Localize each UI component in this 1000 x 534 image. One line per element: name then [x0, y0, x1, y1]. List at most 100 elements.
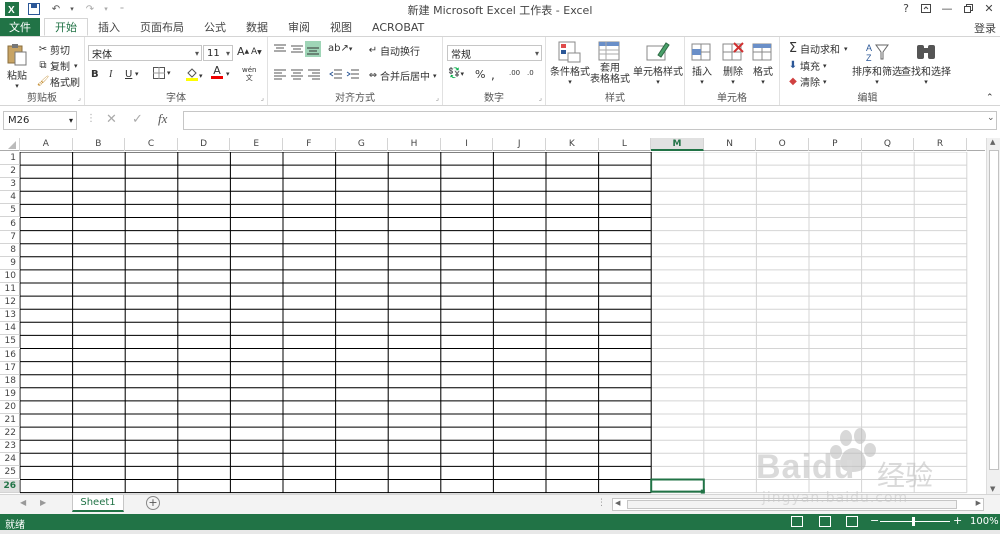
phonetic-button[interactable]: wén 文 [242, 66, 256, 82]
help-button[interactable]: ? [897, 0, 915, 16]
row-header-17[interactable]: 17 [0, 361, 20, 375]
row-header-24[interactable]: 24 [0, 453, 20, 467]
normal-view-icon[interactable] [791, 516, 803, 527]
fill-handle[interactable] [700, 489, 705, 494]
column-header-g[interactable]: G [336, 138, 389, 151]
font-color-button[interactable]: A [211, 65, 223, 79]
add-sheet-button[interactable]: + [146, 496, 160, 510]
fill-button[interactable]: ⬇ 填充 ▾ [786, 58, 827, 73]
align-bottom-button[interactable] [305, 41, 321, 57]
delete-cells-button[interactable]: 删除 ▾ [722, 41, 744, 86]
row-header-8[interactable]: 8 [0, 243, 20, 257]
confirm-entry-icon[interactable]: ✓ [132, 112, 143, 127]
increase-decimal-button[interactable]: .00 [509, 69, 520, 77]
minimize-button[interactable]: — [938, 0, 956, 16]
align-top-button[interactable] [273, 43, 287, 55]
row-header-25[interactable]: 25 [0, 466, 20, 480]
column-header-a[interactable]: A [20, 138, 73, 151]
row-header-15[interactable]: 15 [0, 335, 20, 349]
row-header-11[interactable]: 11 [0, 283, 20, 296]
clipboard-launcher-icon[interactable]: ⌟ [78, 94, 81, 102]
zoom-in-button[interactable]: + [953, 514, 962, 527]
percent-button[interactable]: % [475, 68, 485, 81]
column-header-j[interactable]: J [493, 138, 546, 151]
decrease-decimal-button[interactable]: .0 [527, 69, 534, 77]
collapse-ribbon-icon[interactable]: ⌃ [986, 93, 994, 103]
merge-center-button[interactable]: ⇔ 合并后居中 ▾ [366, 68, 437, 83]
column-header-m[interactable]: M [651, 138, 704, 151]
clear-button[interactable]: ◆ 清除 ▾ [786, 74, 826, 89]
column-header-o[interactable]: O [756, 138, 809, 151]
page-break-view-icon[interactable] [846, 516, 858, 527]
font-launcher-icon[interactable]: ⌟ [261, 94, 264, 102]
cut-button[interactable]: ✂ 剪切 [36, 42, 70, 57]
row-header-3[interactable]: 3 [0, 178, 20, 192]
column-header-k[interactable]: K [546, 138, 599, 151]
tab-split-grip-icon[interactable]: ⋮ [597, 498, 606, 508]
row-header-23[interactable]: 23 [0, 440, 20, 454]
alignment-launcher-icon[interactable]: ⌟ [436, 94, 439, 102]
column-header-r[interactable]: R [914, 138, 967, 151]
font-size-combo[interactable]: 11 ▾ [203, 45, 233, 61]
formula-input[interactable] [183, 111, 997, 130]
comma-button[interactable]: , [491, 68, 495, 82]
align-middle-button[interactable] [290, 43, 304, 55]
prev-sheet-icon[interactable]: ◀ [20, 498, 26, 507]
zoom-slider-track[interactable] [880, 521, 950, 522]
expand-formula-bar-icon[interactable]: ⌄ [987, 113, 995, 123]
row-header-10[interactable]: 10 [0, 269, 20, 283]
tab-review[interactable]: 审阅 [278, 18, 320, 36]
close-button[interactable]: ✕ [980, 0, 998, 16]
row-header-13[interactable]: 13 [0, 309, 20, 323]
orientation-button[interactable]: ab↗ ▾ [328, 43, 352, 54]
column-header-n[interactable]: N [704, 138, 757, 151]
sort-filter-button[interactable]: AZ 排序和筛选 ▾ [852, 41, 902, 86]
scroll-left-icon[interactable]: ◀ [615, 499, 620, 507]
column-header-f[interactable]: F [283, 138, 336, 151]
column-header-b[interactable]: B [73, 138, 126, 151]
tab-view[interactable]: 视图 [320, 18, 362, 36]
column-header-l[interactable]: L [599, 138, 652, 151]
cell-styles-button[interactable]: 单元格样式 ▾ [633, 41, 683, 86]
row-header-18[interactable]: 18 [0, 374, 20, 388]
row-header-22[interactable]: 22 [0, 427, 20, 441]
row-header-21[interactable]: 21 [0, 414, 20, 427]
fill-color-button[interactable]: ▾ [185, 67, 203, 84]
row-header-7[interactable]: 7 [0, 230, 20, 244]
scroll-up-icon[interactable]: ▲ [990, 138, 995, 146]
tab-formulas[interactable]: 公式 [194, 18, 236, 36]
copy-button[interactable]: ⧉ 复制 ▾ [36, 58, 77, 73]
autosum-button[interactable]: Σ 自动求和 ▾ [786, 41, 848, 56]
row-header-1[interactable]: 1 [0, 152, 20, 165]
row-header-6[interactable]: 6 [0, 217, 20, 231]
row-header-5[interactable]: 5 [0, 204, 20, 218]
restore-button[interactable] [959, 0, 977, 16]
bold-button[interactable]: B [91, 69, 99, 80]
ribbon-display-options-icon[interactable] [917, 0, 935, 16]
format-painter-button[interactable]: 🖌 格式刷 [36, 74, 80, 89]
cancel-entry-icon[interactable]: ✕ [106, 112, 117, 127]
accounting-format-button[interactable]: 💱 ▾ [448, 68, 464, 79]
increase-indent-button[interactable] [346, 68, 360, 80]
grow-font-button[interactable]: A ▲ [237, 45, 249, 58]
conditional-formatting-button[interactable]: 条件格式 ▾ [550, 41, 590, 86]
number-format-combo[interactable]: 常规 ▾ [447, 45, 542, 61]
align-center-button[interactable] [290, 68, 304, 80]
tab-home[interactable]: 开始 [44, 18, 88, 36]
row-header-16[interactable]: 16 [0, 348, 20, 362]
find-select-button[interactable]: 查找和选择 ▾ [901, 41, 951, 86]
column-header-c[interactable]: C [125, 138, 178, 151]
row-header-2[interactable]: 2 [0, 165, 20, 179]
row-header-20[interactable]: 20 [0, 400, 20, 414]
number-launcher-icon[interactable]: ⌟ [539, 94, 542, 102]
format-as-table-button[interactable]: 套用 表格格式 [590, 41, 630, 85]
wrap-text-button[interactable]: ↵ 自动换行 [366, 43, 420, 58]
format-cells-button[interactable]: 格式 ▾ [752, 41, 774, 86]
column-header-d[interactable]: D [178, 138, 231, 151]
column-header-h[interactable]: H [388, 138, 441, 151]
shrink-font-button[interactable]: A ▼ [251, 47, 262, 57]
name-box[interactable]: M26 ▾ [3, 111, 77, 130]
insert-function-button[interactable]: fx [158, 111, 167, 127]
zoom-out-button[interactable]: − [870, 514, 879, 527]
next-sheet-icon[interactable]: ▶ [40, 498, 46, 507]
